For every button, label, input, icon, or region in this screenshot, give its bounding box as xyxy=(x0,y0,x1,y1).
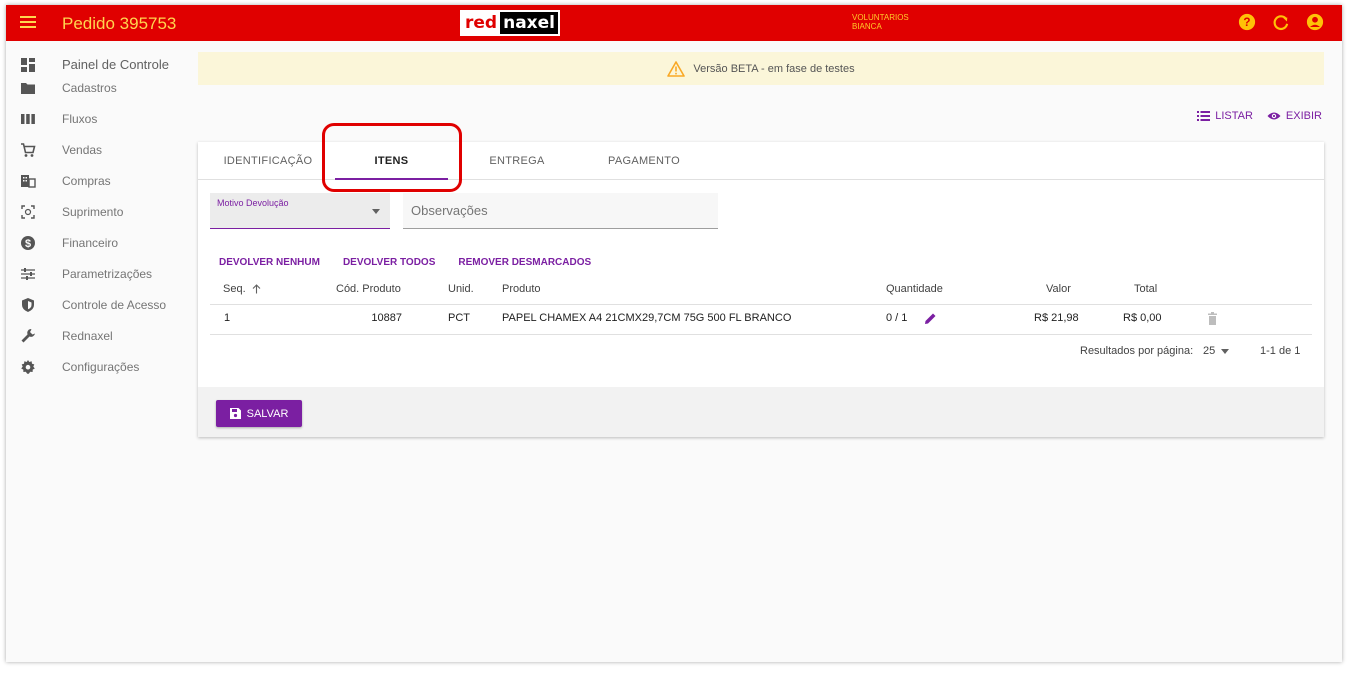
list-button[interactable]: LISTAR xyxy=(1197,110,1253,122)
sidebar-item-financeiro[interactable]: $ Financeiro xyxy=(6,227,190,258)
shield-icon xyxy=(22,297,34,312)
tab-entrega[interactable]: ENTREGA xyxy=(462,142,572,180)
sidebar-item-fluxos[interactable]: Fluxos xyxy=(6,103,190,134)
beta-banner: Versão BETA - em fase de testes xyxy=(198,52,1324,85)
col-quantidade-header: Quantidade xyxy=(886,283,943,295)
app-window: Pedido 395753 red naxel VOLUNTARIOS BIAN… xyxy=(6,5,1342,662)
pagination-range: 1-1 de 1 xyxy=(1260,345,1301,357)
help-icon[interactable]: ? xyxy=(1238,13,1256,31)
sidebar-item-suprimento[interactable]: Suprimento xyxy=(6,196,190,227)
rednaxel-logo: red naxel xyxy=(460,10,560,36)
user-info: VOLUNTARIOS BIANCA xyxy=(852,13,909,31)
tab-pagamento[interactable]: PAGAMENTO xyxy=(584,142,704,180)
show-button[interactable]: EXIBIR xyxy=(1267,110,1322,122)
cell-codigo: 10887 xyxy=(371,312,402,324)
itens-tab-highlight xyxy=(322,123,462,192)
floppy-disk-icon xyxy=(229,408,241,419)
cell-produto: PAPEL CHAMEX A4 21CMX29,7CM 75G 500 FL B… xyxy=(502,312,792,324)
sidebar-item-controle-acesso[interactable]: Controle de Acesso xyxy=(6,289,190,320)
wrench-icon xyxy=(21,328,35,342)
page-title: Pedido 395753 xyxy=(62,14,177,33)
gear-icon xyxy=(21,359,35,374)
sidebar-item-vendas[interactable]: Vendas xyxy=(6,134,190,165)
chevron-down-icon xyxy=(372,209,380,214)
card-footer: SALVAR xyxy=(198,387,1324,437)
dollar-icon: $ xyxy=(21,235,35,250)
hamburger-menu-icon[interactable] xyxy=(18,13,38,33)
cell-unid: PCT xyxy=(448,312,470,324)
edit-pencil-icon[interactable] xyxy=(924,312,937,325)
user-account-icon[interactable] xyxy=(1306,13,1324,31)
remover-desmarcados-button[interactable]: REMOVER DESMARCADOS xyxy=(458,257,591,268)
motivo-devolucao-select[interactable]: Motivo Devolução xyxy=(210,193,390,229)
col-unid-header: Unid. xyxy=(448,283,474,295)
beta-banner-text: Versão BETA - em fase de testes xyxy=(693,62,855,75)
col-valor-header: Valor xyxy=(1046,283,1071,295)
pagination-label: Resultados por página: xyxy=(1080,345,1194,357)
sidebar: Painel de Controle Cadastros Fluxos Vend… xyxy=(6,41,190,382)
devolver-nenhum-button[interactable]: DEVOLVER NENHUM xyxy=(219,257,320,268)
user-company: VOLUNTARIOS xyxy=(852,13,909,22)
dashboard-icon xyxy=(21,57,35,72)
cell-valor: R$ 21,98 xyxy=(1034,312,1079,324)
sliders-icon xyxy=(21,267,35,280)
col-produto-header: Produto xyxy=(502,283,541,295)
observacoes-input[interactable] xyxy=(403,193,718,228)
sort-arrow-up-icon xyxy=(252,284,261,294)
sidebar-item-cadastros[interactable]: Cadastros xyxy=(6,72,190,103)
col-codigo-header: Cód. Produto xyxy=(336,283,401,295)
user-name: BIANCA xyxy=(852,22,882,31)
refresh-icon[interactable] xyxy=(1272,13,1290,31)
sidebar-item-rednaxel[interactable]: Rednaxel xyxy=(6,320,190,351)
sidebar-item-configuracoes[interactable]: Configurações xyxy=(6,351,190,382)
tab-identificacao[interactable]: IDENTIFICAÇÃO xyxy=(208,142,328,180)
warning-icon xyxy=(667,60,686,77)
devolver-todos-button[interactable]: DEVOLVER TODOS xyxy=(343,257,435,268)
chevron-down-icon xyxy=(1221,348,1230,354)
list-icon xyxy=(1197,111,1211,121)
cell-seq: 1 xyxy=(224,312,231,324)
columns-icon xyxy=(21,113,35,124)
svg-text:$: $ xyxy=(25,238,31,250)
cart-icon xyxy=(21,142,36,157)
eye-icon xyxy=(1267,112,1281,120)
motivo-devolucao-label: Motivo Devolução xyxy=(217,198,289,208)
svg-text:?: ? xyxy=(1243,16,1250,29)
col-total-header: Total xyxy=(1134,283,1158,295)
sidebar-item-parametrizacoes[interactable]: Parametrizações xyxy=(6,258,190,289)
folder-icon xyxy=(21,82,35,94)
save-button[interactable]: SALVAR xyxy=(216,400,302,427)
table-row-divider xyxy=(210,334,1312,335)
scan-icon xyxy=(21,204,35,219)
per-page-select[interactable]: 25 xyxy=(1203,345,1230,357)
top-bar: Pedido 395753 red naxel VOLUNTARIOS BIAN… xyxy=(6,5,1342,41)
cell-quantidade: 0 / 1 xyxy=(886,312,908,324)
col-seq-header[interactable]: Seq. xyxy=(223,283,261,295)
building-icon xyxy=(21,174,36,188)
sidebar-item-compras[interactable]: Compras xyxy=(6,165,190,196)
observacoes-field xyxy=(403,193,718,229)
cell-total: R$ 0,00 xyxy=(1123,312,1162,324)
table-header-divider xyxy=(210,304,1312,305)
trash-icon[interactable] xyxy=(1207,312,1218,325)
